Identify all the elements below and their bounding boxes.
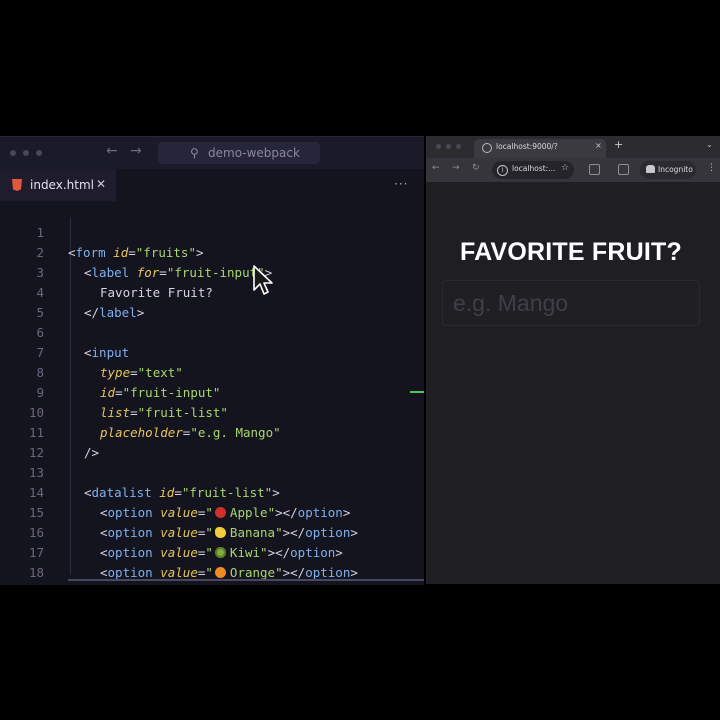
bookmark-star-icon[interactable]: ☆ bbox=[561, 163, 569, 173]
reload-icon[interactable]: ↻ bbox=[472, 163, 480, 173]
code-line: 6 <input bbox=[0, 303, 424, 360]
code-area[interactable]: 1 <form id="fruits"> 2 <label for="fruit… bbox=[0, 201, 424, 585]
minimize-window-dot[interactable] bbox=[446, 144, 451, 149]
code-text: </datalist> bbox=[84, 583, 167, 585]
browser-window: localhost:9000/? × + ⌄ ← → ↻ i localhost… bbox=[426, 136, 720, 584]
horizontal-scrollbar[interactable] bbox=[68, 579, 424, 581]
code-line: 1 <form id="fruits"> bbox=[0, 203, 424, 260]
close-window-dot[interactable] bbox=[10, 150, 16, 156]
zoom-window-dot[interactable] bbox=[456, 144, 461, 149]
command-search-bar[interactable]: ⚲ demo-webpack bbox=[158, 142, 320, 164]
new-tab-button[interactable]: + bbox=[614, 138, 623, 151]
globe-icon bbox=[482, 143, 492, 153]
minimize-window-dot[interactable] bbox=[23, 150, 29, 156]
code-line: 10 placeholder="e.g. Mango" bbox=[0, 383, 424, 440]
info-icon[interactable]: i bbox=[497, 165, 508, 176]
tab-label: index.html bbox=[30, 178, 94, 192]
back-arrow-icon[interactable]: ← bbox=[432, 163, 440, 173]
back-arrow-icon[interactable]: ← bbox=[106, 143, 118, 159]
sidebar-icon[interactable] bbox=[618, 164, 629, 175]
code-line: 11 /> bbox=[0, 403, 424, 460]
code-line: 4 </label> bbox=[0, 263, 424, 320]
forward-arrow-icon[interactable]: → bbox=[452, 163, 460, 173]
code-line: 13 <datalist id="fruit-list"> bbox=[0, 443, 424, 500]
rendered-page: FAVORITE FRUIT? bbox=[426, 182, 720, 584]
code-line: 2 <label for="fruit-input"> bbox=[0, 223, 424, 280]
browser-tab[interactable]: localhost:9000/? × bbox=[474, 139, 606, 158]
code-line: 14 <option value=" Apple"></option> bbox=[0, 463, 424, 520]
search-icon: ⚲ bbox=[190, 146, 199, 160]
close-window-dot[interactable] bbox=[436, 144, 441, 149]
mouse-pointer-icon bbox=[253, 265, 273, 295]
search-text: demo-webpack bbox=[208, 146, 300, 160]
chevron-down-icon[interactable]: ⌄ bbox=[706, 140, 713, 149]
code-line: 18 </datalist> bbox=[0, 543, 424, 580]
browser-toolbar: ← → ↻ i localhost:... ☆ Incognito ⋮ bbox=[426, 158, 720, 182]
close-tab-icon[interactable]: × bbox=[595, 141, 602, 150]
browser-tab-strip: localhost:9000/? × + ⌄ bbox=[426, 136, 720, 158]
change-marker bbox=[410, 391, 424, 393]
code-line: 7 type="text" bbox=[0, 323, 424, 380]
code-line: 17 <option value=" Orange"></option> bbox=[0, 523, 424, 580]
code-line: 15 <option value=" Banana"></option> bbox=[0, 483, 424, 540]
url-text: localhost:... bbox=[512, 164, 556, 173]
address-bar[interactable]: i localhost:... ☆ bbox=[492, 161, 574, 179]
code-line: 9 list="fruit-list" bbox=[0, 363, 424, 420]
close-tab-icon[interactable]: ✕ bbox=[96, 177, 106, 191]
editor-tab-bar: index.html ✕ ··· bbox=[0, 169, 424, 201]
editor-titlebar: ← → ⚲ demo-webpack bbox=[0, 137, 424, 169]
code-line: 16 <option value=" Kiwi"></option> bbox=[0, 503, 424, 560]
code-editor-window: ← → ⚲ demo-webpack index.html ✕ ··· 1 <f… bbox=[0, 136, 424, 585]
tab-index-html[interactable]: index.html ✕ bbox=[0, 169, 116, 201]
incognito-icon bbox=[646, 165, 655, 173]
code-line: 5 bbox=[0, 283, 424, 320]
incognito-label: Incognito bbox=[658, 165, 693, 174]
code-line: 3 Favorite Fruit? bbox=[0, 243, 424, 300]
browser-menu-icon[interactable]: ⋮ bbox=[707, 163, 716, 173]
code-line: 8 id="fruit-input" bbox=[0, 343, 424, 400]
incognito-badge[interactable]: Incognito bbox=[640, 161, 696, 179]
line-number: 19 bbox=[0, 583, 44, 585]
zoom-window-dot[interactable] bbox=[36, 150, 42, 156]
fruit-input[interactable] bbox=[442, 280, 700, 326]
extensions-icon[interactable] bbox=[589, 164, 600, 175]
page-title: FAVORITE FRUIT? bbox=[460, 238, 682, 266]
browser-tab-title: localhost:9000/? bbox=[496, 142, 558, 151]
forward-arrow-icon[interactable]: → bbox=[130, 143, 142, 159]
code-line: 12 bbox=[0, 423, 424, 460]
html5-file-icon bbox=[12, 179, 22, 191]
more-actions-icon[interactable]: ··· bbox=[394, 177, 408, 191]
